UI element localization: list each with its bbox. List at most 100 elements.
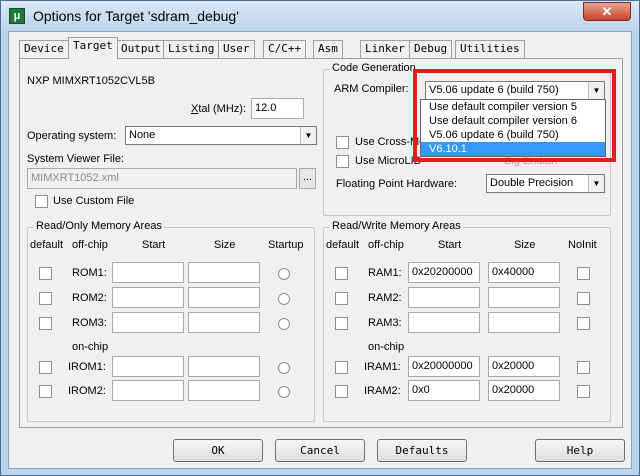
ro-size-input[interactable] bbox=[188, 312, 260, 333]
readonly-memory-group: Read/Only Memory Areas default off-chip … bbox=[27, 220, 315, 422]
rw-size-input[interactable] bbox=[488, 312, 560, 333]
tab-device[interactable]: Device bbox=[19, 40, 69, 58]
rw-size-input[interactable]: 0x40000 bbox=[488, 262, 560, 283]
readwrite-memory-title: Read/Write Memory Areas bbox=[330, 220, 463, 232]
close-button[interactable]: ✕ bbox=[583, 2, 631, 21]
cross-module-checkbox[interactable] bbox=[336, 136, 349, 149]
rw-onchip-label: on-chip bbox=[368, 341, 405, 353]
tab-target[interactable]: Target bbox=[68, 37, 118, 59]
rw-row-label: IRAM2: bbox=[364, 385, 401, 397]
os-select[interactable]: None ▼ bbox=[125, 126, 317, 145]
tab-listing[interactable]: Listing bbox=[163, 40, 220, 58]
ro-startup-radio[interactable] bbox=[278, 293, 290, 305]
rw-header-noinit: NoInit bbox=[568, 239, 597, 251]
ro-size-input[interactable] bbox=[188, 356, 260, 377]
custom-file-checkbox[interactable] bbox=[35, 195, 48, 208]
ro-size-input[interactable] bbox=[188, 287, 260, 308]
xtal-label: Xtal (MHz): bbox=[191, 103, 247, 115]
rw-default-checkbox[interactable] bbox=[335, 361, 348, 374]
chevron-down-icon: ▼ bbox=[300, 127, 316, 144]
fph-select[interactable]: Double Precision ▼ bbox=[486, 174, 605, 193]
rw-start-input[interactable]: 0x20200000 bbox=[408, 262, 480, 283]
tab-output[interactable]: Output bbox=[116, 40, 166, 58]
title-bar[interactable]: μ Options for Target 'sdram_debug' ✕ bbox=[1, 1, 639, 31]
ro-startup-radio[interactable] bbox=[278, 268, 290, 280]
ro-default-checkbox[interactable] bbox=[39, 361, 52, 374]
ro-row-label: ROM2: bbox=[72, 292, 107, 304]
tab-user[interactable]: User bbox=[218, 40, 255, 58]
rw-header-size: Size bbox=[514, 239, 536, 251]
rw-default-checkbox[interactable] bbox=[335, 267, 348, 280]
options-dialog: μ Options for Target 'sdram_debug' ✕ Dev… bbox=[0, 0, 640, 476]
rw-noinit-checkbox[interactable] bbox=[577, 317, 590, 330]
rw-noinit-checkbox[interactable] bbox=[577, 385, 590, 398]
fph-select-value: Double Precision bbox=[490, 177, 574, 189]
ok-button[interactable]: OK bbox=[173, 439, 263, 462]
rw-default-checkbox[interactable] bbox=[335, 292, 348, 305]
svf-label: System Viewer File: bbox=[27, 153, 124, 165]
rw-noinit-checkbox[interactable] bbox=[577, 267, 590, 280]
fph-label: Floating Point Hardware: bbox=[336, 178, 458, 190]
ro-startup-radio[interactable] bbox=[278, 318, 290, 330]
rw-size-input[interactable]: 0x20000 bbox=[488, 380, 560, 401]
rw-start-input[interactable]: 0x20000000 bbox=[408, 356, 480, 377]
ro-start-input[interactable] bbox=[112, 380, 184, 401]
ro-start-input[interactable] bbox=[112, 262, 184, 283]
ro-default-checkbox[interactable] bbox=[39, 267, 52, 280]
rw-start-input[interactable]: 0x0 bbox=[408, 380, 480, 401]
ro-size-input[interactable] bbox=[188, 262, 260, 283]
compiler-label: ARM Compiler: bbox=[334, 83, 409, 95]
rw-start-input[interactable] bbox=[408, 312, 480, 333]
help-button[interactable]: Help bbox=[535, 439, 625, 462]
os-label: Operating system: bbox=[27, 130, 117, 142]
ro-start-input[interactable] bbox=[112, 287, 184, 308]
ro-default-checkbox[interactable] bbox=[39, 292, 52, 305]
chevron-down-icon: ▼ bbox=[588, 175, 604, 192]
defaults-button[interactable]: Defaults bbox=[377, 439, 467, 462]
device-name: NXP MIMXRT1052CVL5B bbox=[27, 75, 155, 87]
ro-start-input[interactable] bbox=[112, 356, 184, 377]
window-title: Options for Target 'sdram_debug' bbox=[33, 8, 239, 24]
rw-noinit-checkbox[interactable] bbox=[577, 292, 590, 305]
ro-start-input[interactable] bbox=[112, 312, 184, 333]
ro-row-label: IROM1: bbox=[68, 361, 106, 373]
rw-header-start: Start bbox=[438, 239, 462, 251]
ro-row-label: ROM3: bbox=[72, 317, 107, 329]
ro-startup-radio[interactable] bbox=[278, 386, 290, 398]
tab-asm[interactable]: Asm bbox=[313, 40, 343, 58]
code-generation-title: Code Generation bbox=[330, 62, 418, 74]
highlight-annotation bbox=[413, 69, 616, 162]
cancel-button[interactable]: Cancel bbox=[275, 439, 365, 462]
ro-header-start: Start bbox=[142, 239, 166, 251]
rw-start-input[interactable] bbox=[408, 287, 480, 308]
microlib-checkbox[interactable] bbox=[336, 155, 349, 168]
rw-size-input[interactable]: 0x20000 bbox=[488, 356, 560, 377]
tab-utilities[interactable]: Utilities bbox=[455, 40, 525, 58]
ro-default-checkbox[interactable] bbox=[39, 317, 52, 330]
tab-cpp[interactable]: C/C++ bbox=[263, 40, 307, 58]
rw-default-checkbox[interactable] bbox=[335, 317, 348, 330]
rw-row-label: RAM1: bbox=[368, 267, 402, 279]
tab-linker[interactable]: Linker bbox=[360, 40, 410, 58]
ro-header-size: Size bbox=[214, 239, 236, 251]
svf-browse-button: ... bbox=[299, 168, 316, 189]
rw-noinit-checkbox[interactable] bbox=[577, 361, 590, 374]
xtal-input[interactable]: 12.0 bbox=[251, 98, 304, 119]
tab-debug[interactable]: Debug bbox=[409, 40, 453, 58]
microlib-label: Use MicroLIB bbox=[355, 155, 422, 167]
rw-size-input[interactable] bbox=[488, 287, 560, 308]
ro-header-startup: Startup bbox=[268, 239, 304, 251]
ro-default-checkbox[interactable] bbox=[39, 385, 52, 398]
ro-row-label: ROM1: bbox=[72, 267, 107, 279]
os-select-value: None bbox=[129, 129, 156, 141]
ro-header-offchip: off-chip bbox=[72, 239, 108, 251]
rw-row-label: IRAM1: bbox=[364, 361, 401, 373]
ro-row-label: IROM2: bbox=[68, 385, 106, 397]
readonly-memory-title: Read/Only Memory Areas bbox=[34, 220, 164, 232]
rw-default-checkbox[interactable] bbox=[335, 385, 348, 398]
ro-size-input[interactable] bbox=[188, 380, 260, 401]
ro-startup-radio[interactable] bbox=[278, 362, 290, 374]
rw-header-offchip: off-chip bbox=[368, 239, 404, 251]
rw-row-label: RAM2: bbox=[368, 292, 402, 304]
ro-header-default: default bbox=[30, 239, 64, 251]
